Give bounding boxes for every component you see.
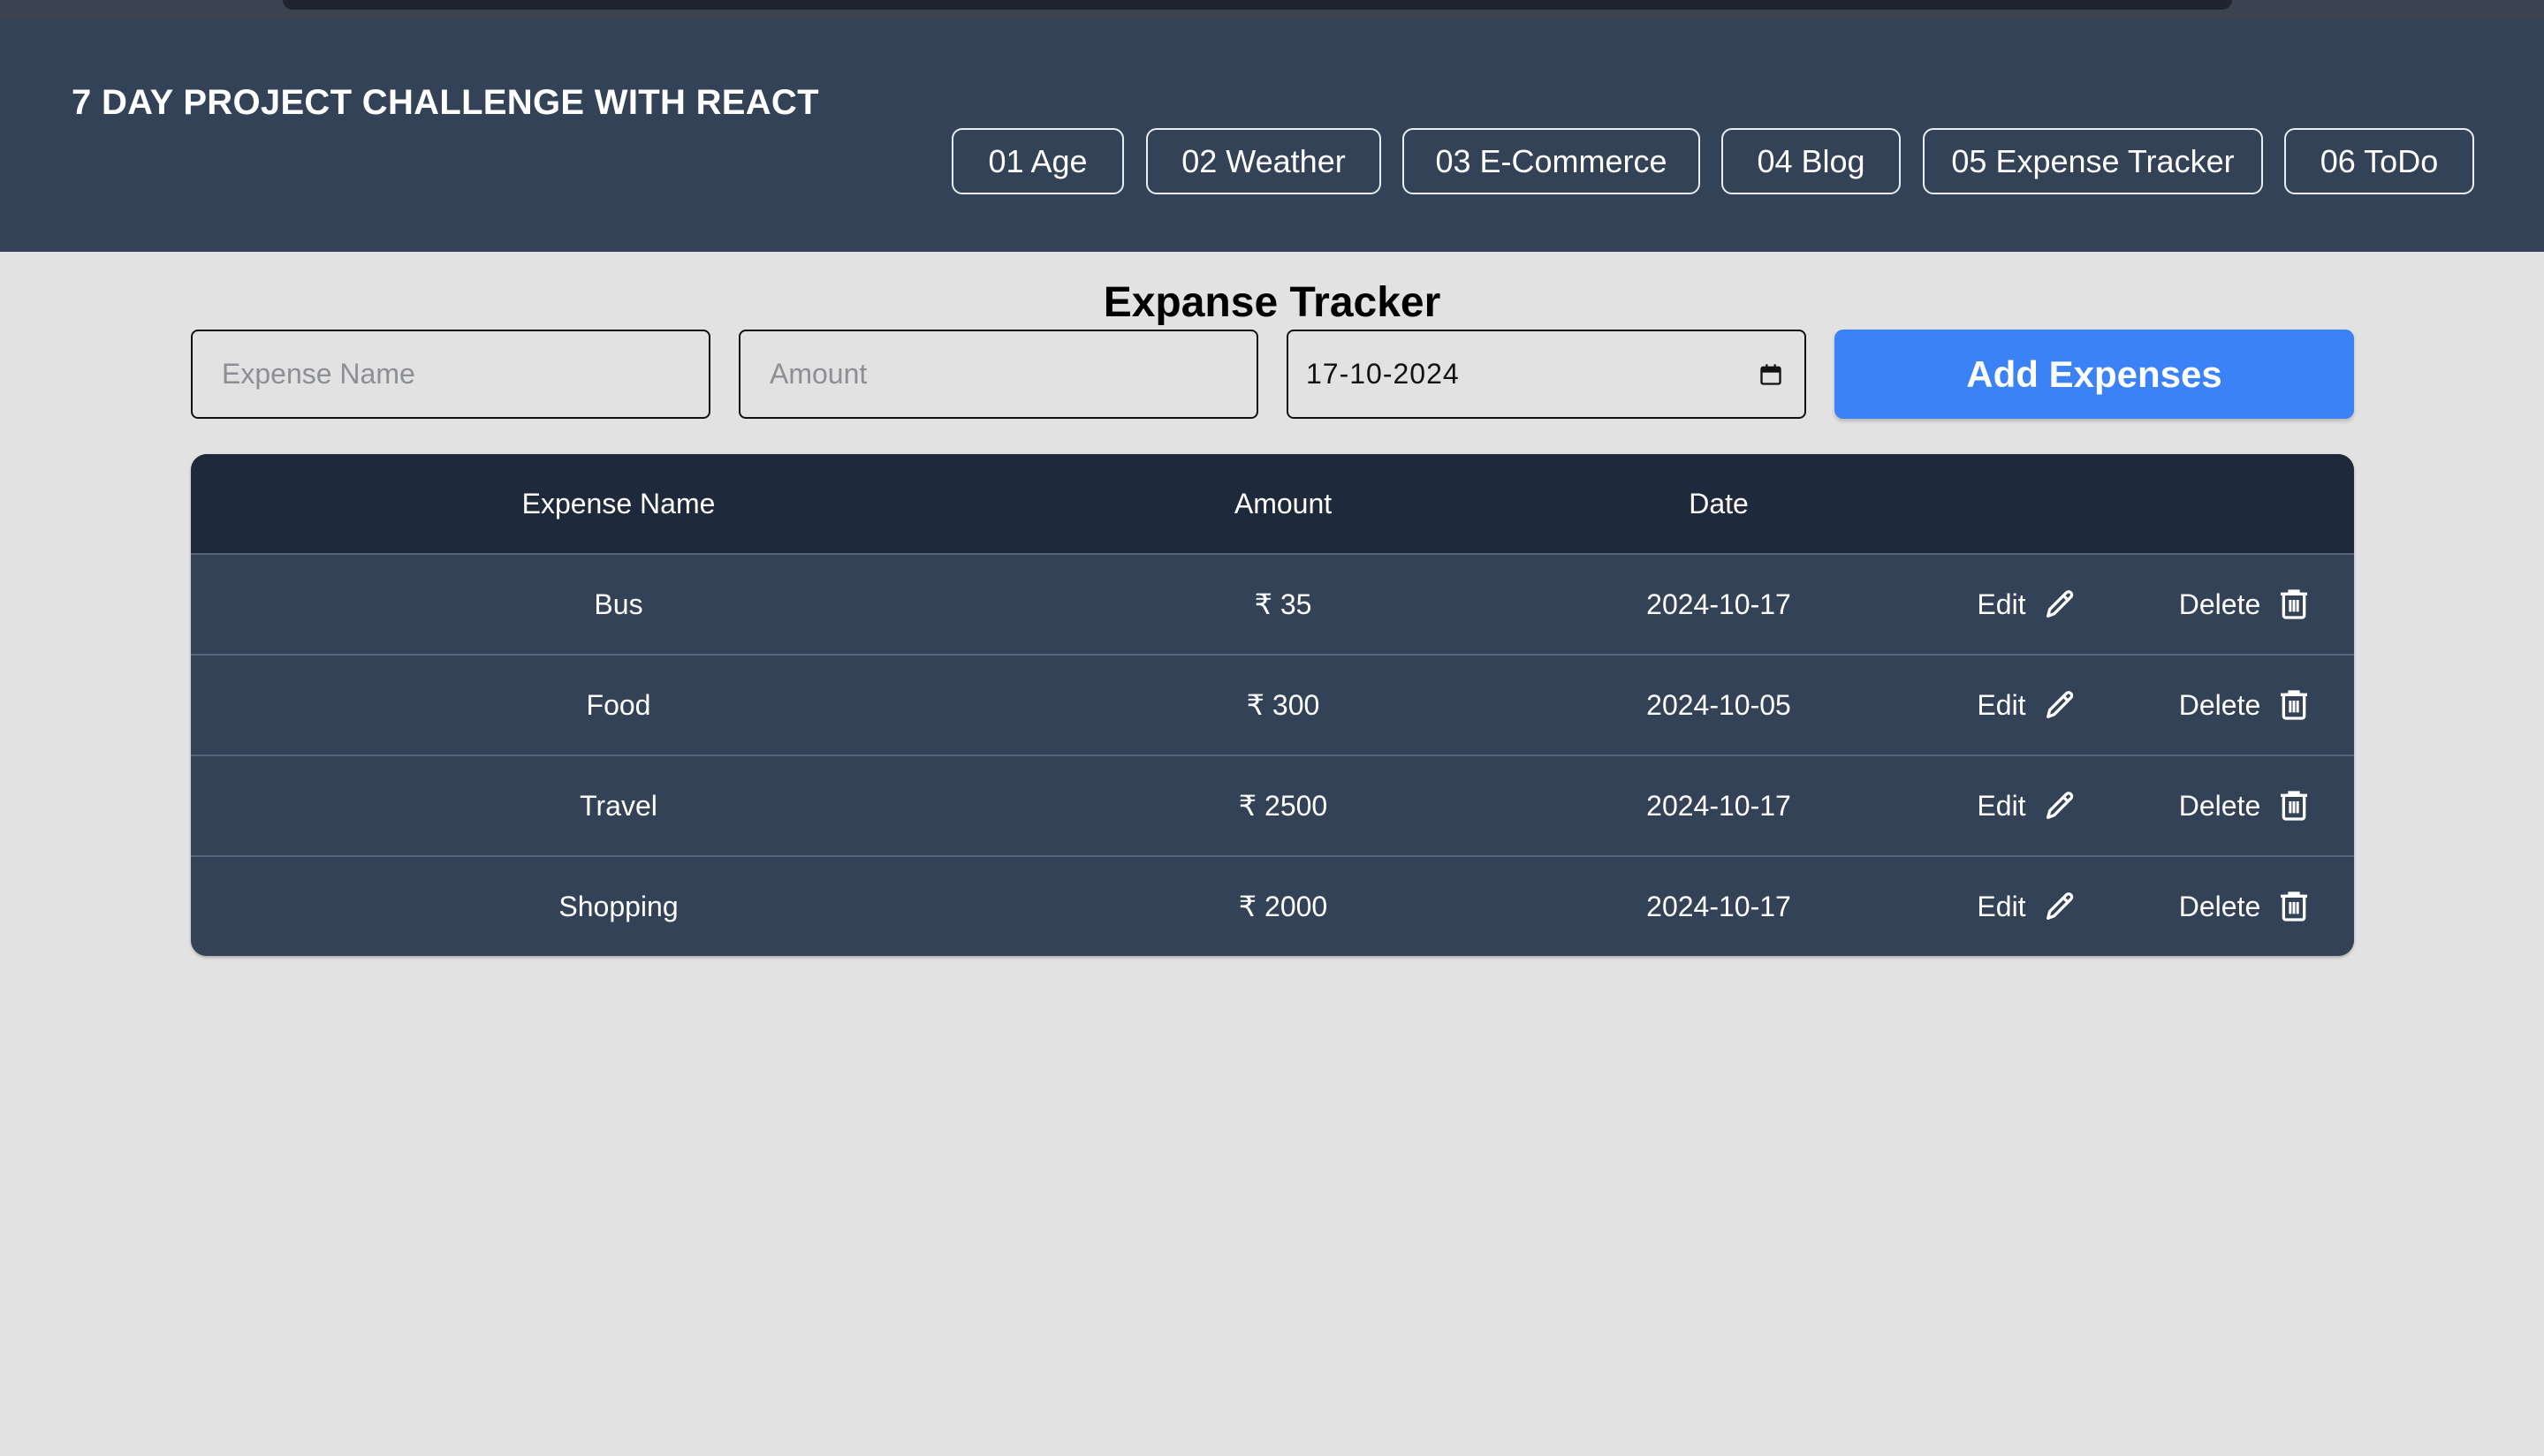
calendar-icon[interactable] [1758, 362, 1783, 387]
cell-expense-name: Shopping [558, 890, 679, 922]
nav-age-button[interactable]: 01 Age [952, 128, 1124, 194]
page-title: Expanse Tracker [1103, 279, 1441, 326]
delete-label: Delete [2178, 789, 2261, 822]
cell-date: 2024-10-17 [1646, 890, 1791, 922]
edit-button[interactable]: Edit [1917, 555, 2137, 654]
cell-expense-name: Bus [594, 588, 643, 620]
trash-icon [2281, 589, 2308, 619]
table-row: Food ₹ 300 2024-10-05 Edit Delete [191, 654, 2354, 755]
app-header: 7 DAY PROJECT CHALLENGE WITH REACT 01 Ag… [0, 19, 2544, 252]
cell-date: 2024-10-17 [1646, 588, 1791, 620]
delete-label: Delete [2178, 688, 2261, 721]
edit-label: Edit [1977, 588, 2026, 620]
delete-label: Delete [2178, 588, 2261, 620]
pencil-icon [2046, 590, 2073, 618]
brand-title: 7 DAY PROJECT CHALLENGE WITH REACT [72, 83, 819, 122]
column-header-date: Date [1689, 487, 1749, 519]
amount-input[interactable] [770, 358, 1257, 391]
delete-button[interactable]: Delete [2137, 656, 2354, 755]
delete-button[interactable]: Delete [2137, 756, 2354, 855]
edit-label: Edit [1977, 890, 2026, 922]
trash-icon [2281, 891, 2308, 921]
browser-top-strip [0, 0, 2544, 19]
date-value[interactable]: 17-10-2024 [1306, 358, 1460, 391]
amount-field[interactable] [739, 330, 1258, 419]
delete-label: Delete [2178, 890, 2261, 922]
delete-button[interactable]: Delete [2137, 555, 2354, 654]
trash-icon [2281, 791, 2308, 821]
top-scrollbar-thumb[interactable] [283, 0, 2232, 10]
date-field[interactable]: 17-10-2024 [1287, 330, 1806, 419]
cell-amount: ₹ 2000 [1238, 891, 1328, 922]
nav-weather-button[interactable]: 02 Weather [1146, 128, 1381, 194]
table-row: Shopping ₹ 2000 2024-10-17 Edit Delete [191, 855, 2354, 956]
edit-button[interactable]: Edit [1917, 857, 2137, 956]
nav-todo-button[interactable]: 06 ToDo [2284, 128, 2474, 194]
table-row: Bus ₹ 35 2024-10-17 Edit Delete [191, 553, 2354, 654]
cell-date: 2024-10-05 [1646, 688, 1791, 721]
edit-label: Edit [1977, 789, 2026, 822]
table-header: Expense Name Amount Date [191, 454, 2354, 553]
table-row: Travel ₹ 2500 2024-10-17 Edit Delete [191, 755, 2354, 855]
delete-button[interactable]: Delete [2137, 857, 2354, 956]
nav-expense-tracker-button[interactable]: 05 Expense Tracker [1923, 128, 2263, 194]
pencil-icon [2046, 792, 2073, 819]
nav-ecommerce-button[interactable]: 03 E-Commerce [1402, 128, 1700, 194]
cell-amount: ₹ 2500 [1238, 790, 1328, 822]
cell-expense-name: Food [586, 688, 651, 721]
column-header-amount: Amount [1234, 487, 1333, 519]
edit-button[interactable]: Edit [1917, 656, 2137, 755]
cell-amount: ₹ 35 [1254, 588, 1312, 620]
cell-amount: ₹ 300 [1246, 689, 1320, 721]
nav-blog-button[interactable]: 04 Blog [1721, 128, 1901, 194]
edit-button[interactable]: Edit [1917, 756, 2137, 855]
cell-date: 2024-10-17 [1646, 789, 1791, 822]
pencil-icon [2046, 691, 2073, 718]
trash-icon [2281, 690, 2308, 720]
expense-table: Expense Name Amount Date Bus ₹ 35 2024-1… [191, 454, 2354, 956]
pencil-icon [2046, 892, 2073, 920]
expense-name-field[interactable] [191, 330, 710, 419]
cell-expense-name: Travel [580, 789, 657, 822]
edit-label: Edit [1977, 688, 2026, 721]
column-header-expense-name: Expense Name [521, 487, 716, 519]
expense-name-input[interactable] [222, 358, 709, 391]
add-expenses-button[interactable]: Add Expenses [1834, 330, 2354, 419]
